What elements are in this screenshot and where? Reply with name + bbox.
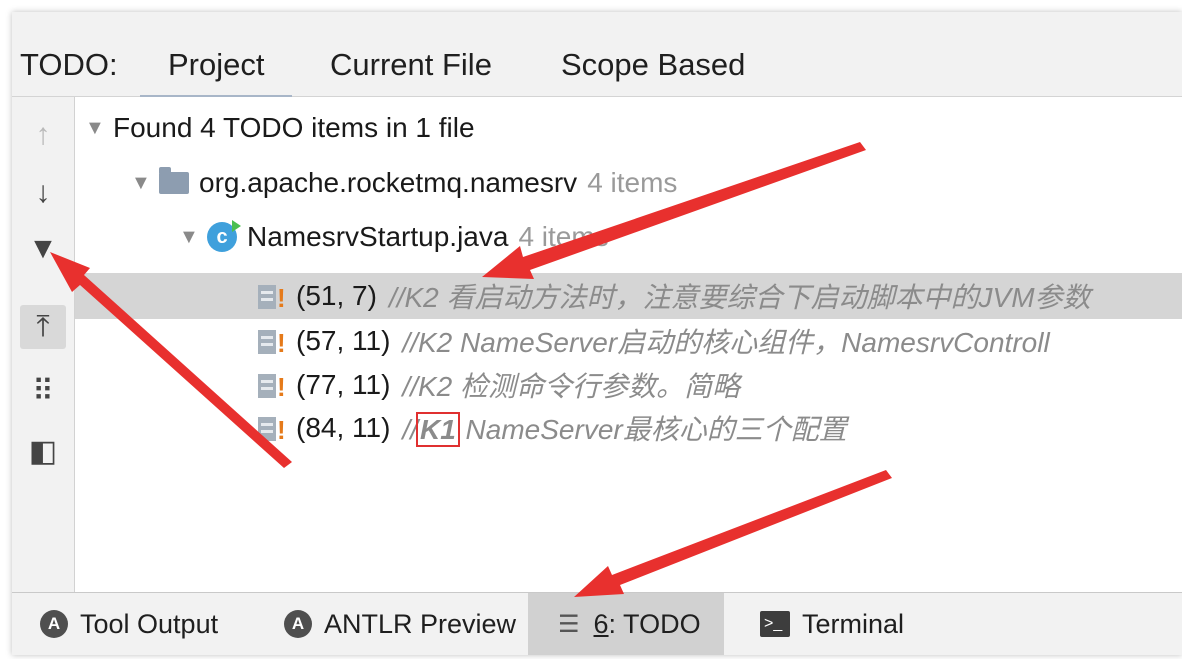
autoscroll-icon: ⤒	[36, 310, 50, 343]
antlr-icon: A	[284, 610, 312, 638]
comment-prefix: //	[402, 414, 418, 445]
todo-marker-icon: !	[258, 281, 286, 311]
tab-todo[interactable]: ☰ 6: TODO	[528, 593, 724, 655]
todo-item-row[interactable]: ! (57, 11) //K2 NameServer启动的核心组件，Namesr…	[75, 318, 1182, 364]
file-item-count: 4 items	[518, 221, 609, 252]
tab-current-file[interactable]: Current File	[330, 47, 492, 83]
todo-comment: //K2 看启动方法时，注意要综合下启动脚本中的JVM参数	[388, 282, 1091, 313]
collapse-caret-icon[interactable]: ▼	[131, 172, 159, 195]
comment-rest: NameServer最核心的三个配置	[457, 414, 847, 445]
todo-position: (57, 11)	[296, 325, 391, 356]
tree-package-node[interactable]: ▼ org.apache.rocketmq.namesrv 4 items	[75, 160, 1182, 206]
package-name: org.apache.rocketmq.namesrv	[199, 167, 578, 198]
tab-label: ANTLR Preview	[324, 608, 517, 639]
todo-tree: ▼ Found 4 TODO items in 1 file ▼ org.apa…	[75, 97, 1182, 593]
tab-terminal[interactable]: >_ Terminal	[750, 593, 914, 655]
todo-tab-bar: TODO: Project Current File Scope Based	[12, 12, 1182, 100]
tab-project[interactable]: Project	[139, 47, 294, 100]
list-icon: ☰	[558, 610, 580, 638]
tab-scope-based[interactable]: Scope Based	[561, 47, 745, 83]
todo-tool-window: TODO: Project Current File Scope Based ↑…	[12, 12, 1182, 655]
tab-antlr-preview[interactable]: A ANTLR Preview	[274, 593, 526, 655]
group-by-icon: ⠿	[32, 374, 54, 408]
bottom-tool-bar: A Tool Output A ANTLR Preview ☰ 6: TODO …	[12, 592, 1182, 655]
file-name: NamesrvStartup.java	[247, 221, 509, 252]
terminal-icon: >_	[760, 611, 790, 637]
summary-text: Found 4 TODO items in 1 file	[113, 112, 475, 143]
arrow-down-icon: ↓	[35, 176, 51, 209]
todo-panel-label: TODO:	[20, 47, 118, 82]
tab-tool-output[interactable]: A Tool Output	[30, 593, 228, 655]
todo-item-row[interactable]: ! (51, 7) //K2 看启动方法时，注意要综合下启动脚本中的JVM参数	[75, 273, 1182, 319]
next-todo-button[interactable]: ↓	[20, 171, 66, 215]
preview-panel-button[interactable]: ◧	[20, 429, 66, 473]
todo-position: (84, 11)	[296, 412, 391, 443]
package-item-count: 4 items	[587, 167, 678, 198]
todo-comment: //K2 NameServer启动的核心组件，NamesrvControll	[402, 327, 1050, 358]
todo-item-row[interactable]: ! (77, 11) //K2 检测命令行参数。简略	[75, 362, 1182, 408]
package-folder-icon	[159, 167, 189, 194]
tab-shortcut-number: 6	[593, 608, 609, 639]
group-by-button[interactable]: ⠿	[20, 369, 66, 413]
k1-tag-highlight: K1	[415, 412, 460, 447]
todo-marker-icon: !	[258, 413, 286, 443]
java-class-icon: c	[207, 220, 241, 252]
tab-label: Terminal	[802, 608, 905, 639]
expand-triangle-icon: ▼	[28, 232, 58, 265]
todo-position: (77, 11)	[296, 369, 391, 400]
todo-comment: //K1 NameServer最核心的三个配置	[402, 408, 847, 448]
previous-todo-button[interactable]: ↑	[20, 113, 66, 157]
todo-position: (51, 7)	[296, 280, 377, 311]
tab-label: Tool Output	[80, 608, 219, 639]
collapse-caret-icon[interactable]: ▼	[85, 117, 113, 140]
todo-marker-icon: !	[258, 370, 286, 400]
todo-item-row[interactable]: ! (84, 11) //K1 NameServer最核心的三个配置	[75, 405, 1182, 451]
tree-file-node[interactable]: ▼ c NamesrvStartup.java 4 items	[75, 214, 1182, 260]
autoscroll-button[interactable]: ⤒	[20, 305, 66, 349]
collapse-caret-icon[interactable]: ▼	[179, 226, 207, 249]
tree-root-summary[interactable]: ▼ Found 4 TODO items in 1 file	[75, 105, 1182, 151]
filter-button[interactable]: ▼	[20, 227, 66, 271]
todo-toolbar: ↑ ↓ ▼ ⤒ ⠿ ◧	[12, 97, 75, 593]
todo-comment: //K2 检测命令行参数。简略	[402, 371, 741, 402]
todo-marker-icon: !	[258, 326, 286, 356]
tool-output-icon: A	[40, 610, 68, 638]
tab-label: : TODO	[608, 608, 701, 639]
arrow-up-icon: ↑	[35, 118, 51, 151]
preview-panel-icon: ◧	[28, 434, 58, 468]
